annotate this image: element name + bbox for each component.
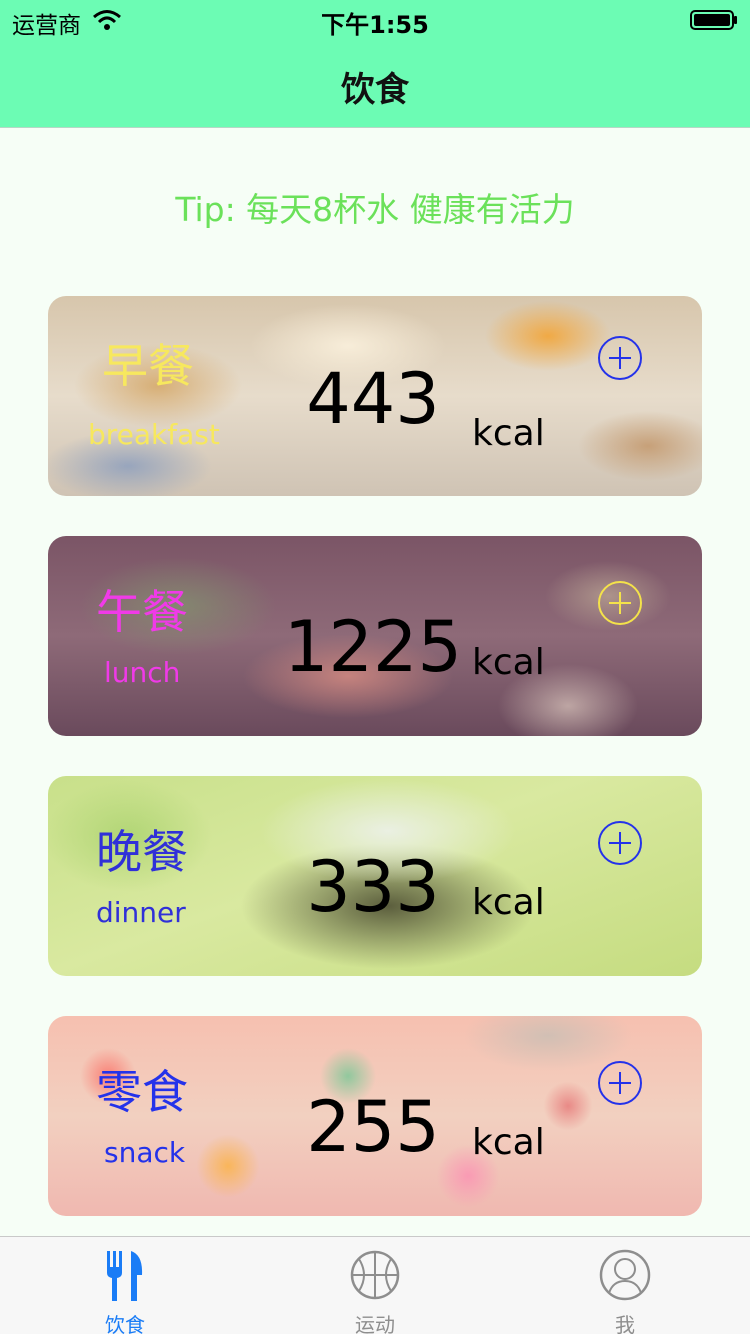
meal-name-cn: 零食	[96, 1065, 188, 1119]
meal-name-cn: 晚餐	[96, 825, 188, 879]
fork-knife-icon	[107, 1251, 143, 1301]
tab-me[interactable]: 我	[500, 1237, 750, 1334]
meal-kcal-value: 1225	[283, 606, 463, 688]
page-title: 饮食	[341, 70, 409, 110]
meal-card-snack[interactable]: 零食 snack 255 kcal	[48, 1016, 702, 1216]
meal-name-cn: 午餐	[96, 585, 188, 639]
meal-kcal-value: 255	[306, 1086, 440, 1168]
meal-card-lunch[interactable]: 午餐 lunch 1225 kcal	[48, 536, 702, 736]
meal-name-en: breakfast	[88, 418, 220, 451]
status-time: 下午1:55	[321, 11, 429, 39]
tab-label: 饮食	[105, 1313, 145, 1334]
battery-icon	[690, 10, 737, 30]
meal-name-cn: 早餐	[102, 339, 194, 393]
meal-kcal-unit: kcal	[472, 1122, 545, 1163]
meal-name-en: lunch	[104, 656, 181, 689]
add-breakfast-button[interactable]	[598, 336, 642, 380]
basketball-icon	[350, 1250, 400, 1300]
meal-name-en: dinner	[96, 896, 186, 929]
tab-label: 运动	[355, 1313, 395, 1334]
meal-kcal-unit: kcal	[472, 413, 545, 454]
tab-diet[interactable]: 饮食	[0, 1237, 250, 1334]
meal-kcal-unit: kcal	[472, 882, 545, 923]
meal-name-en: snack	[104, 1136, 186, 1169]
status-bar: 运营商 下午1:55	[0, 0, 750, 40]
tab-bar: 饮食 运动 我	[0, 1236, 750, 1334]
profile-icon	[599, 1249, 651, 1301]
tab-exercise[interactable]: 运动	[250, 1237, 500, 1334]
meal-kcal-value: 443	[306, 358, 440, 440]
meal-kcal-value: 333	[306, 846, 440, 928]
add-dinner-button[interactable]	[598, 821, 642, 865]
nav-bar: 饮食	[0, 40, 750, 128]
add-snack-button[interactable]	[598, 1061, 642, 1105]
tip-text: Tip: 每天8杯水 健康有活力	[175, 190, 575, 229]
meal-card-breakfast[interactable]: 早餐 breakfast 443 kcal	[48, 296, 702, 496]
tab-label: 我	[615, 1313, 635, 1334]
add-lunch-button[interactable]	[598, 581, 642, 625]
meal-card-dinner[interactable]: 晚餐 dinner 333 kcal	[48, 776, 702, 976]
meal-kcal-unit: kcal	[472, 642, 545, 683]
